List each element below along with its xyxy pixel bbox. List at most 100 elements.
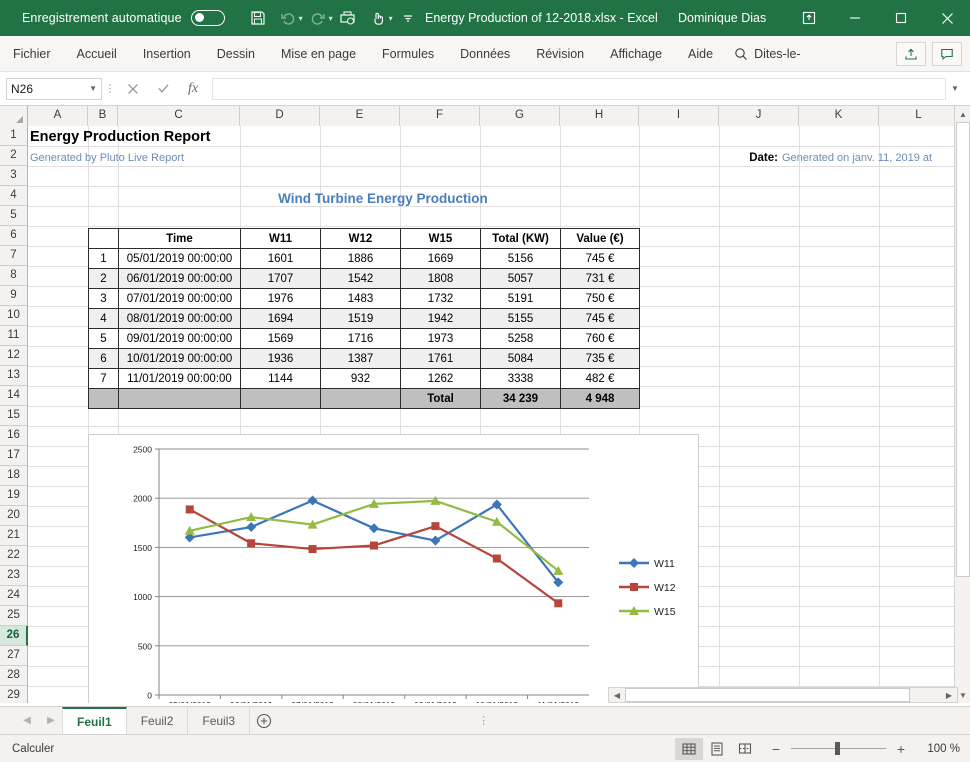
sheet-tab-feuil1[interactable]: Feuil1	[62, 706, 127, 735]
row-header-11[interactable]: 11	[0, 326, 27, 346]
cell-c4-chart-title[interactable]: Wind Turbine Energy Production	[88, 189, 678, 207]
vertical-scrollbar[interactable]: ▲ ▼	[954, 106, 970, 703]
scroll-up-icon[interactable]: ▲	[955, 106, 970, 122]
confirm-entry-icon[interactable]	[148, 77, 178, 101]
column-header-k[interactable]: K	[799, 106, 879, 126]
row-header-20[interactable]: 20	[0, 506, 27, 526]
save-icon[interactable]	[243, 3, 273, 33]
sheet-tab-feuil3[interactable]: Feuil3	[188, 706, 251, 735]
column-header-e[interactable]: E	[320, 106, 400, 126]
row-header-1[interactable]: 1	[0, 126, 27, 146]
row-header-25[interactable]: 25	[0, 606, 27, 626]
formula-input[interactable]	[212, 77, 946, 100]
zoom-in-button[interactable]: +	[894, 741, 908, 757]
zoom-out-button[interactable]: −	[769, 741, 783, 757]
table-row[interactable]: 1 05/01/2019 00:00:00 1601 1886 1669 515…	[88, 248, 640, 269]
row-header-7[interactable]: 7	[0, 246, 27, 266]
row-header-14[interactable]: 14	[0, 386, 27, 406]
row-header-4[interactable]: 4	[0, 186, 27, 206]
cell-f2-date-label[interactable]: Date:	[700, 149, 778, 167]
horizontal-scroll-thumb[interactable]	[625, 688, 910, 702]
horizontal-scroll-track[interactable]	[625, 688, 941, 702]
column-header-j[interactable]: J	[719, 106, 799, 126]
normal-view-icon[interactable]	[675, 737, 703, 760]
name-box-chevron-down-icon[interactable]: ▼	[89, 84, 97, 93]
row-header-2[interactable]: 2	[0, 146, 27, 166]
sheet-tab-feuil2[interactable]: Feuil2	[127, 706, 189, 735]
row-header-26[interactable]: 26	[0, 626, 28, 646]
name-box[interactable]: N26 ▼	[6, 77, 102, 100]
column-header-g[interactable]: G	[480, 106, 560, 126]
sheet-bar-handle[interactable]: ⋮	[478, 714, 489, 727]
row-header-23[interactable]: 23	[0, 566, 27, 586]
tell-me-search[interactable]: Dites-le-	[734, 47, 801, 61]
cell-a2-generated-by[interactable]: Generated by Pluto Live Report	[30, 149, 184, 167]
cell-a1-report-title[interactable]: Energy Production Report	[30, 128, 210, 146]
column-header-f[interactable]: F	[400, 106, 480, 126]
share-icon[interactable]	[896, 41, 926, 66]
row-header-28[interactable]: 28	[0, 666, 27, 686]
chart-object[interactable]: 0 500 1000 1500 2000 2500 05/01/2019 06/01/201…	[88, 434, 699, 703]
column-header-b[interactable]: B	[88, 106, 118, 126]
user-account-name[interactable]: Dominique Dias	[678, 11, 766, 25]
page-layout-view-icon[interactable]	[703, 738, 731, 760]
select-all-corner[interactable]	[0, 106, 28, 126]
row-header-27[interactable]: 27	[0, 646, 27, 666]
row-header-9[interactable]: 9	[0, 286, 27, 306]
row-header-17[interactable]: 17	[0, 446, 27, 466]
row-header-13[interactable]: 13	[0, 366, 27, 386]
vertical-scroll-thumb[interactable]	[956, 122, 970, 577]
table-row[interactable]: 4 08/01/2019 00:00:00 1694 1519 1942 515…	[88, 308, 640, 329]
ribbon-tab-revision[interactable]: Révision	[523, 36, 597, 72]
table-row[interactable]: 7 11/01/2019 00:00:00 1144 932 1262 3338…	[88, 368, 640, 389]
column-header-i[interactable]: I	[639, 106, 719, 126]
table-row[interactable]: 2 06/01/2019 00:00:00 1707 1542 1808 505…	[88, 268, 640, 289]
table-row[interactable]: 3 07/01/2019 00:00:00 1976 1483 1732 519…	[88, 288, 640, 309]
add-sheet-button[interactable]	[250, 707, 278, 735]
row-header-22[interactable]: 22	[0, 546, 27, 566]
table-total-row[interactable]: Total 34 239 4 948	[88, 388, 640, 409]
cancel-entry-icon[interactable]	[118, 77, 148, 101]
ribbon-tab-insertion[interactable]: Insertion	[130, 36, 204, 72]
sheet-next-icon[interactable]: ▶	[40, 710, 62, 732]
scroll-right-icon[interactable]: ▶	[941, 691, 957, 700]
row-header-18[interactable]: 18	[0, 466, 27, 486]
row-header-16[interactable]: 16	[0, 426, 27, 446]
expand-formula-bar-icon[interactable]: ▼	[946, 84, 964, 93]
ribbon-tab-accueil[interactable]: Accueil	[64, 36, 130, 72]
zoom-slider[interactable]	[791, 742, 886, 755]
table-row[interactable]: 5 09/01/2019 00:00:00 1569 1716 1973 525…	[88, 328, 640, 349]
autosave-toggle[interactable]	[190, 10, 225, 26]
cells-area[interactable]: Energy Production Report Generated by Pl…	[28, 126, 954, 703]
column-header-h[interactable]: H	[560, 106, 639, 126]
page-break-view-icon[interactable]	[731, 738, 759, 760]
minimize-button[interactable]	[832, 0, 878, 36]
sheet-prev-icon[interactable]: ◀	[16, 710, 38, 732]
column-header-l[interactable]: L	[879, 106, 959, 126]
maximize-button[interactable]	[878, 0, 924, 36]
cell-g2-date-value[interactable]: Generated on janv. 11, 2019 at	[782, 149, 932, 167]
row-header-12[interactable]: 12	[0, 346, 27, 366]
ribbon-tab-dessin[interactable]: Dessin	[204, 36, 268, 72]
ribbon-tab-mise-en-page[interactable]: Mise en page	[268, 36, 369, 72]
scroll-left-icon[interactable]: ◀	[609, 691, 625, 700]
close-button[interactable]	[924, 0, 970, 36]
row-header-21[interactable]: 21	[0, 526, 27, 546]
row-header-15[interactable]: 15	[0, 406, 27, 426]
print-preview-icon[interactable]	[333, 3, 363, 33]
ribbon-tab-fichier[interactable]: Fichier	[0, 36, 64, 72]
insert-function-icon[interactable]: fx	[178, 77, 208, 101]
row-header-29[interactable]: 29	[0, 686, 27, 703]
row-header-10[interactable]: 10	[0, 306, 27, 326]
row-header-8[interactable]: 8	[0, 266, 27, 286]
row-header-3[interactable]: 3	[0, 166, 27, 186]
formula-bar-handle[interactable]: ⋮	[102, 82, 118, 95]
customize-quick-access-icon[interactable]	[393, 3, 423, 33]
comments-icon[interactable]	[932, 41, 962, 66]
row-header-24[interactable]: 24	[0, 586, 27, 606]
ribbon-tab-formules[interactable]: Formules	[369, 36, 447, 72]
zoom-slider-thumb[interactable]	[835, 742, 840, 755]
column-header-a[interactable]: A	[28, 106, 88, 126]
row-header-5[interactable]: 5	[0, 206, 27, 226]
row-header-6[interactable]: 6	[0, 226, 27, 246]
